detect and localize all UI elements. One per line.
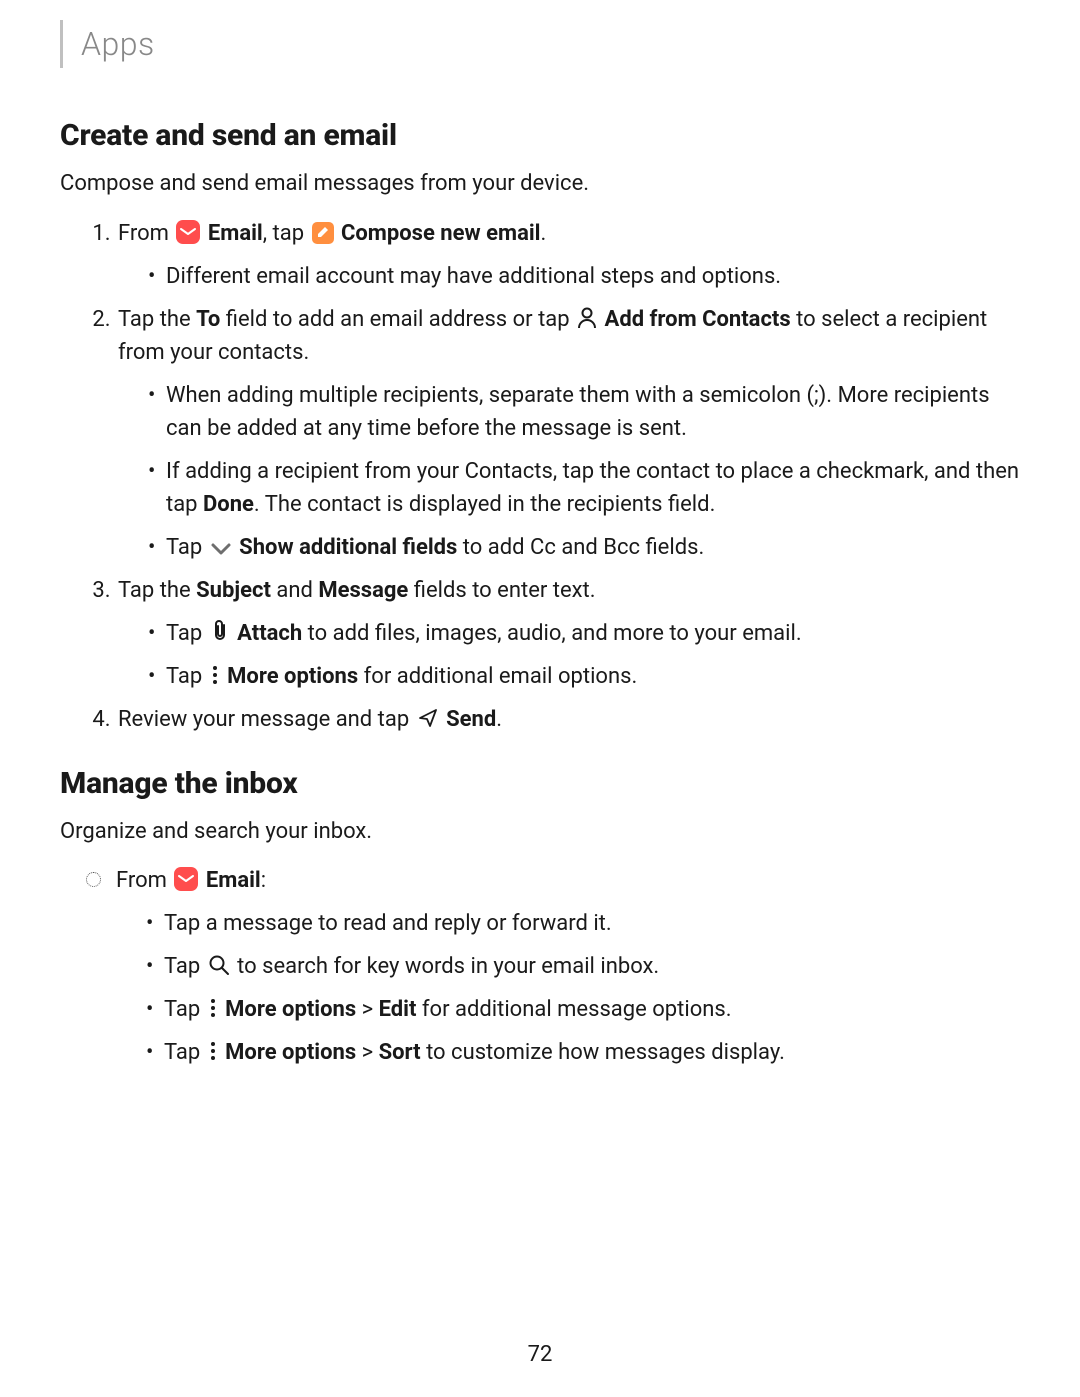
more-options-label: More options <box>227 664 358 689</box>
text: fields to enter text. <box>408 578 595 603</box>
to-label: To <box>196 307 220 332</box>
add-contacts-label: Add from Contacts <box>605 307 791 332</box>
email-icon <box>174 867 198 891</box>
attach-label: Attach <box>237 621 302 646</box>
text: Tap <box>166 621 208 646</box>
step-4: Review your message and tap Send. <box>116 703 1020 736</box>
section1-steps: From Email, tap Compose new email. Diffe… <box>60 217 1020 736</box>
list-item: When adding multiple recipients, separat… <box>148 379 1020 445</box>
text: Tap <box>164 1040 206 1065</box>
text: to search for key words in your email in… <box>237 954 659 979</box>
heading-manage-inbox: Manage the inbox <box>60 766 1020 801</box>
step-1: From Email, tap Compose new email. Diffe… <box>116 217 1020 293</box>
list-item: Tap Attach to add files, images, audio, … <box>148 617 1020 650</box>
text: . <box>496 707 502 732</box>
step3-sub: Tap Attach to add files, images, audio, … <box>118 617 1020 693</box>
email-label: Email <box>206 868 261 893</box>
text: for additional email options. <box>358 664 637 689</box>
show-fields-label: Show additional fields <box>239 535 457 560</box>
text: Tap the <box>118 578 196 603</box>
list-item: Tap More options > Edit for additional m… <box>146 993 1020 1026</box>
text: Tap <box>164 954 206 979</box>
more-options-icon <box>210 664 220 686</box>
sort-label: Sort <box>379 1040 421 1065</box>
compose-label: Compose new email <box>341 221 541 246</box>
search-icon <box>208 954 230 976</box>
step-2: Tap the To field to add an email address… <box>116 303 1020 564</box>
manual-page: Apps Create and send an email Compose an… <box>0 0 1080 1069</box>
text: and <box>271 578 318 603</box>
more-options-icon <box>208 1040 218 1062</box>
list-item: Tap a message to read and reply or forwa… <box>146 907 1020 940</box>
list-item: If adding a recipient from your Contacts… <box>148 455 1020 521</box>
text: From <box>118 221 174 246</box>
text: to customize how messages display. <box>421 1040 785 1065</box>
ring-bullet-icon <box>86 872 101 887</box>
text: > <box>356 1040 378 1065</box>
list-item: Different email account may have additio… <box>148 260 1020 293</box>
text: for additional message options. <box>416 997 731 1022</box>
step2-sub: When adding multiple recipients, separat… <box>118 379 1020 564</box>
edit-label: Edit <box>379 997 417 1022</box>
breadcrumb-marker <box>60 20 63 68</box>
contacts-icon <box>577 307 597 329</box>
message-label: Message <box>318 578 408 603</box>
send-label: Send <box>446 707 496 732</box>
step-3: Tap the Subject and Message fields to en… <box>116 574 1020 693</box>
text: : <box>261 868 266 893</box>
section2-from: From Email: Tap a message to read and re… <box>60 864 1020 1069</box>
subject-label: Subject <box>196 578 271 603</box>
text: . The contact is displayed in the recipi… <box>254 492 715 517</box>
list-item: Tap More options for additional email op… <box>148 660 1020 693</box>
from-item: From Email: Tap a message to read and re… <box>116 864 1020 1069</box>
list-item: Tap to search for key words in your emai… <box>146 950 1020 983</box>
email-icon <box>176 220 200 244</box>
heading-create-send-email: Create and send an email <box>60 118 1020 153</box>
done-label: Done <box>203 492 254 517</box>
text: to add files, images, audio, and more to… <box>302 621 801 646</box>
list-item: Tap Show additional fields to add Cc and… <box>148 531 1020 564</box>
more-options-label: More options <box>225 997 356 1022</box>
section1-lead: Compose and send email messages from you… <box>60 169 1020 199</box>
text: From <box>116 868 172 893</box>
text: , tap <box>263 221 310 246</box>
text: Tap <box>166 535 208 560</box>
text: Tap <box>166 664 208 689</box>
text: > <box>356 997 378 1022</box>
list-item: Tap More options > Sort to customize how… <box>146 1036 1020 1069</box>
email-label: Email <box>208 221 263 246</box>
breadcrumb: Apps <box>60 20 1020 68</box>
step1-sub: Different email account may have additio… <box>118 260 1020 293</box>
text: Review your message and tap <box>118 707 415 732</box>
text: . <box>541 221 547 246</box>
compose-icon <box>312 222 334 244</box>
text: Tap <box>164 997 206 1022</box>
text: Tap the <box>118 307 196 332</box>
send-icon <box>417 707 439 729</box>
more-options-label: More options <box>225 1040 356 1065</box>
section2-lead: Organize and search your inbox. <box>60 817 1020 847</box>
page-number: 72 <box>0 1342 1080 1367</box>
more-options-icon <box>208 997 218 1019</box>
text: to add Cc and Bcc fields. <box>457 535 704 560</box>
breadcrumb-label: Apps <box>81 25 155 63</box>
section2-sub: Tap a message to read and reply or forwa… <box>116 907 1020 1069</box>
chevron-down-icon <box>210 541 232 557</box>
attach-icon <box>210 619 230 643</box>
text: field to add an email address or tap <box>220 307 575 332</box>
